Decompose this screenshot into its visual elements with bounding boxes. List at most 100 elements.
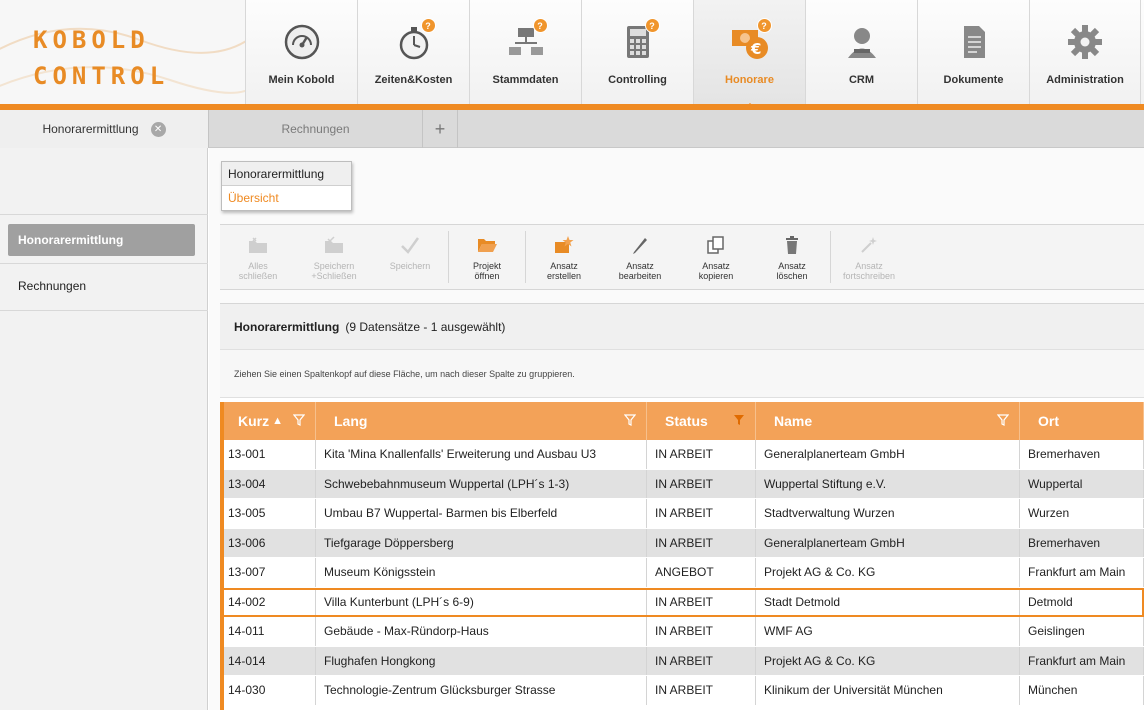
sidebar-divider <box>0 310 208 311</box>
column-title: Kurz <box>238 413 270 429</box>
column-title: Status <box>665 413 708 429</box>
nav-honorare[interactable]: € ? Honorare <box>693 0 805 110</box>
cell-kurz: 14-030 <box>220 676 316 705</box>
close-tab-icon[interactable]: ✕ <box>150 121 166 137</box>
ansatz-bearbeiten-button[interactable]: Ansatz bearbeiten <box>602 225 678 289</box>
cell-kurz: 14-014 <box>220 646 316 675</box>
grid-record-count: (9 Datensätze - 1 ausgewählt) <box>345 319 506 334</box>
column-header-name[interactable]: Name <box>756 402 1020 440</box>
svg-text:€: € <box>750 40 761 58</box>
help-badge[interactable]: ? <box>532 18 548 33</box>
cell-status: IN ARBEIT <box>647 499 756 528</box>
nav-crm[interactable]: CRM <box>805 0 917 104</box>
ansatz-fortschreiben-button[interactable]: Ansatz fortschreiben <box>831 225 907 289</box>
toolbar-label: Projekt öffnen <box>472 261 501 281</box>
main-navigation: Mein Kobold ? Zeiten&Kosten ? Stammdaten… <box>245 0 1141 110</box>
tab-honorarermittlung[interactable]: Honorarermittlung ✕ <box>0 110 208 148</box>
nav-administration[interactable]: Administration <box>1029 0 1141 104</box>
cell-status: IN ARBEIT <box>647 646 756 675</box>
table-row[interactable]: 14-030 Technologie-Zentrum Glücksburger … <box>220 676 1144 706</box>
cell-lang: Villa Kunterbunt (LPH´s 6-9) <box>316 587 647 616</box>
filter-active-icon[interactable] <box>733 414 745 426</box>
nav-dokumente[interactable]: Dokumente <box>917 0 1029 104</box>
column-header-kurz[interactable]: Kurz ▲ <box>220 402 316 440</box>
nav-label: CRM <box>848 74 875 86</box>
cell-ort: Frankfurt am Main <box>1020 558 1144 587</box>
main-content: Honorarermittlung Übersicht Alles schlie… <box>209 148 1144 710</box>
ansatz-loeschen-button[interactable]: Ansatz löschen <box>754 225 830 289</box>
hierarchy-icon: ? <box>504 18 548 62</box>
speichern-schliessen-button[interactable]: Speichern +Schließen <box>296 225 372 289</box>
filter-icon[interactable] <box>293 414 305 426</box>
column-header-status[interactable]: Status <box>647 402 756 440</box>
cell-ort: Wuppertal <box>1020 469 1144 498</box>
help-badge[interactable]: ? <box>420 18 436 33</box>
table-row[interactable]: 13-001 Kita 'Mina Knallenfalls' Erweiter… <box>220 440 1144 470</box>
nav-label: Mein Kobold <box>268 74 335 86</box>
sort-ascending-icon[interactable]: ▲ <box>272 415 283 427</box>
column-header-ort[interactable]: Ort <box>1020 402 1144 440</box>
nav-mein-kobold[interactable]: Mein Kobold <box>245 0 357 104</box>
ansatz-erstellen-button[interactable]: Ansatz erstellen <box>526 225 602 289</box>
filter-icon[interactable] <box>997 414 1009 426</box>
sidebar-item-rechnungen[interactable]: Rechnungen <box>8 270 195 302</box>
add-tab-button[interactable]: + <box>422 110 458 148</box>
document-tab-bar: Honorarermittlung ✕ Rechnungen + <box>0 110 1144 148</box>
projekt-oeffnen-button[interactable]: Projekt öffnen <box>449 225 525 289</box>
plus-icon: + <box>434 118 446 139</box>
cell-kurz: 14-011 <box>220 617 316 646</box>
grid-left-accent-bar <box>220 402 224 710</box>
cell-name: Klinikum der Universität München <box>756 676 1020 705</box>
table-row[interactable]: 14-011 Gebäude - Max-Ründorp-Haus IN ARB… <box>220 617 1144 647</box>
table-row[interactable]: 13-007 Museum Königsstein ANGEBOT Projek… <box>220 558 1144 588</box>
cell-status: IN ARBEIT <box>647 469 756 498</box>
help-badge[interactable]: ? <box>756 18 772 33</box>
open-folder-icon <box>475 233 499 257</box>
help-badge[interactable]: ? <box>644 18 660 33</box>
cell-ort: Bremerhaven <box>1020 440 1144 469</box>
nav-zeiten-kosten[interactable]: ? Zeiten&Kosten <box>357 0 469 104</box>
breadcrumb-item-honorarermittlung[interactable]: Honorarermittlung <box>222 162 351 186</box>
cell-name: Stadt Detmold <box>756 587 1020 616</box>
stopwatch-icon: ? <box>392 18 436 62</box>
toolbar-label: Alles schließen <box>238 261 278 281</box>
nav-controlling[interactable]: ? Controlling <box>581 0 693 104</box>
grid-header-row: Kurz ▲ Lang Status Name Ort <box>220 402 1144 440</box>
cell-ort: Bremerhaven <box>1020 528 1144 557</box>
tab-label: Honorarermittlung <box>42 122 139 136</box>
cell-status: IN ARBEIT <box>647 587 756 616</box>
toolbar-label: Speichern +Schließen <box>311 261 357 281</box>
cell-kurz: 13-007 <box>220 558 316 587</box>
table-row-selected[interactable]: 14-002 Villa Kunterbunt (LPH´s 6-9) IN A… <box>220 587 1144 617</box>
sidebar: Honorarermittlung Rechnungen <box>0 148 208 710</box>
table-row[interactable]: 13-006 Tiefgarage Döppersberg IN ARBEIT … <box>220 528 1144 558</box>
nav-stammdaten[interactable]: ? Stammdaten <box>469 0 581 104</box>
column-header-lang[interactable]: Lang <box>316 402 647 440</box>
table-row[interactable]: 14-014 Flughafen Hongkong IN ARBEIT Proj… <box>220 646 1144 676</box>
action-toolbar: Alles schließen Speichern +Schließen Spe… <box>220 224 1144 290</box>
sidebar-item-honorarermittlung[interactable]: Honorarermittlung <box>8 224 195 256</box>
cell-kurz: 13-005 <box>220 499 316 528</box>
logo-text-control: CONTROL <box>33 62 170 90</box>
cell-lang: Schwebebahnmuseum Wuppertal (LPH´s 1-3) <box>316 469 647 498</box>
group-by-drop-area[interactable]: Ziehen Sie einen Spaltenkopf auf diese F… <box>220 350 1144 398</box>
cell-lang: Technologie-Zentrum Glücksburger Strasse <box>316 676 647 705</box>
breadcrumb-item-uebersicht[interactable]: Übersicht <box>222 186 351 210</box>
cell-lang: Tiefgarage Döppersberg <box>316 528 647 557</box>
kobold-control-logo[interactable]: KOBOLD CONTROL <box>0 0 245 104</box>
cell-kurz: 13-006 <box>220 528 316 557</box>
alles-schliessen-button[interactable]: Alles schließen <box>220 225 296 289</box>
cell-ort: Geislingen <box>1020 617 1144 646</box>
toolbar-label: Ansatz kopieren <box>698 261 734 281</box>
cell-name: Projekt AG & Co. KG <box>756 558 1020 587</box>
money-euro-icon: € ? <box>728 18 772 62</box>
speichern-button[interactable]: Speichern <box>372 225 448 289</box>
nav-label: Zeiten&Kosten <box>374 74 453 86</box>
grid-title: Honorarermittlung <box>234 319 340 334</box>
ansatz-kopieren-button[interactable]: Ansatz kopieren <box>678 225 754 289</box>
filter-icon[interactable] <box>624 414 636 426</box>
tab-rechnungen[interactable]: Rechnungen <box>208 110 422 148</box>
toolbar-label: Ansatz erstellen <box>546 261 582 281</box>
table-row[interactable]: 13-004 Schwebebahnmuseum Wuppertal (LPH´… <box>220 469 1144 499</box>
table-row[interactable]: 13-005 Umbau B7 Wuppertal- Barmen bis El… <box>220 499 1144 529</box>
